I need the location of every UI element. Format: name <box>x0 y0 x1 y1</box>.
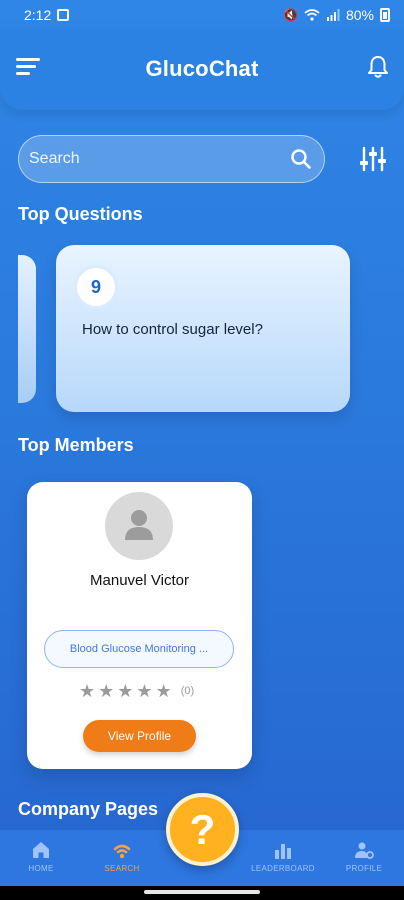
section-title-top-questions: Top Questions <box>18 204 143 224</box>
home-icon <box>33 842 49 858</box>
star-icon: ★ <box>79 681 96 701</box>
rating-count: (0) <box>180 685 195 697</box>
filter-icon[interactable] <box>358 144 388 174</box>
status-right: 🔇 80% <box>283 7 390 23</box>
bell-icon[interactable] <box>366 54 390 80</box>
view-profile-button[interactable]: View Profile <box>83 720 196 752</box>
star-icon: ★ <box>117 681 134 701</box>
nav-item-profile[interactable]: PROFILE <box>324 840 404 873</box>
signal-icon <box>326 9 340 21</box>
system-gesture-area <box>0 886 404 900</box>
section-title-top-members: Top Members <box>18 435 134 455</box>
search-nav-icon <box>113 844 131 859</box>
member-rating: ★ ★ ★ ★ ★ (0) <box>79 682 194 700</box>
app-header: GlucoChat <box>0 30 404 110</box>
star-icon: ★ <box>98 681 115 701</box>
gesture-bar[interactable] <box>144 890 260 894</box>
profile-icon <box>355 842 374 859</box>
leaderboard-icon <box>275 844 291 859</box>
member-card[interactable]: Manuvel Victor Blood Glucose Monitoring … <box>27 482 252 769</box>
nav-label-profile: PROFILE <box>345 864 383 873</box>
question-card[interactable]: 9 How to control sugar level? <box>56 245 350 412</box>
question-text: How to control sugar level? <box>82 321 263 338</box>
avatar <box>105 492 173 560</box>
nav-item-search[interactable]: SEARCH <box>82 840 162 873</box>
member-name: Manuvel Victor <box>90 572 189 589</box>
search-input[interactable] <box>29 150 290 168</box>
section-title-company-pages: Company Pages <box>18 799 159 819</box>
battery-icon <box>380 8 390 22</box>
member-specialty-tag[interactable]: Blood Glucose Monitoring ... <box>44 630 234 668</box>
wifi-icon <box>304 9 320 21</box>
nav-label-leaderboard: LEADERBOARD <box>251 864 315 873</box>
mute-icon: 🔇 <box>283 8 298 22</box>
star-icon: ★ <box>136 681 153 701</box>
status-time: 2:12 <box>24 7 52 23</box>
status-left: 2:12 <box>24 7 70 23</box>
search-bar <box>18 135 325 183</box>
nav-label-search: SEARCH <box>104 864 140 873</box>
question-card-partial[interactable] <box>18 255 36 403</box>
nav-label-home: HOME <box>28 864 54 873</box>
search-icon[interactable] <box>290 148 312 170</box>
user-placeholder-icon <box>125 510 153 540</box>
nav-item-home[interactable]: HOME <box>1 840 81 873</box>
app-title: GlucoChat <box>145 56 259 81</box>
nav-item-leaderboard[interactable]: LEADERBOARD <box>243 840 323 873</box>
gallery-notification-icon <box>57 9 70 21</box>
battery-percentage: 80% <box>345 7 374 23</box>
star-icon: ★ <box>155 681 172 701</box>
question-number-badge: 9 <box>74 265 118 309</box>
status-bar: 2:12 🔇 80% <box>0 0 404 30</box>
ask-question-button[interactable]: ? <box>166 793 239 866</box>
